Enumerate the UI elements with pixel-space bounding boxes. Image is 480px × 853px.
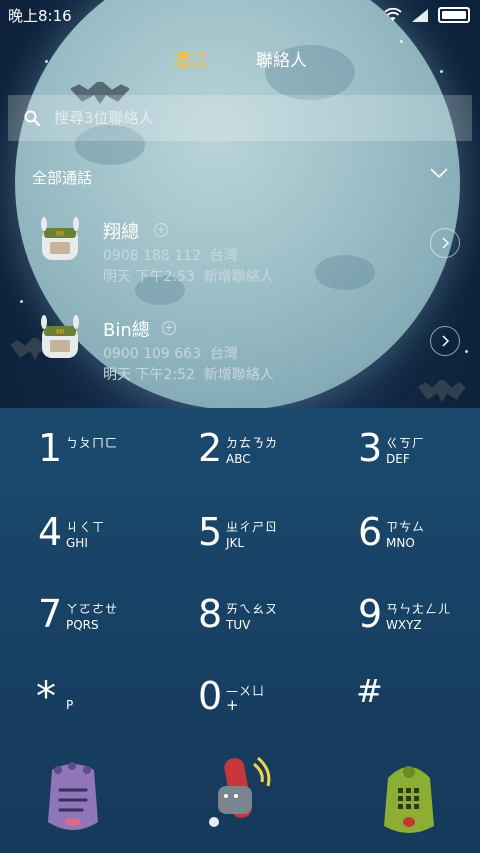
key-bopomofo: ㄅㄆㄇㄈ [66,436,119,450]
call-time: 明天 下午2:53 [103,269,195,285]
chevron-right-icon [442,335,450,347]
key-bopomofo: ㄢㄣㄤㄥㄦ [386,602,452,616]
tab-contacts[interactable]: 聯絡人 [256,46,307,71]
avatar: MI [41,217,79,260]
phone-region: 台灣 [209,248,238,264]
key-letters: GHI [66,536,88,550]
key-letters: + [226,696,239,714]
dialpad-key-1[interactable]: 1 ㄅㄆㄇㄈ [0,408,160,494]
key-letters: PQRS [66,618,99,632]
key-digit: 8 [198,592,223,636]
key-bopomofo: ㄐㄑㄒ [66,520,106,534]
dialpad-key-3[interactable]: 3 ㄍㄎㄏ DEF [320,408,480,494]
add-contact-icon[interactable]: + [162,321,176,335]
phone-region: 台灣 [209,346,238,362]
key-bopomofo: ㄗㄘㄙ [386,520,426,534]
key-letters: TUV [226,618,251,632]
dialpad-monster-icon[interactable] [376,758,442,838]
dialpad-key-6[interactable]: 6 ㄗㄘㄙ MNO [320,494,480,580]
dialpad-key-2[interactable]: 2 ㄉㄊㄋㄌ ABC [160,408,320,494]
key-bopomofo: ㄓㄔㄕㄖ [226,520,279,534]
dialpad-key-9[interactable]: 9 ㄢㄣㄤㄥㄦ WXYZ [320,576,480,662]
key-bopomofo: ㄉㄊㄋㄌ [226,436,279,450]
wifi-icon [384,8,402,21]
phone-number: 0900 109 663 [103,346,201,362]
search-input[interactable] [52,108,436,128]
key-letters: MNO [386,536,415,550]
message-monster-icon[interactable] [42,762,104,836]
search-icon [24,110,40,126]
key-digit: 3 [358,426,383,470]
add-contact-icon[interactable]: + [154,223,168,237]
key-digit: 7 [38,592,63,636]
svg-text:MI: MI [56,328,64,336]
key-digit: 0 [198,674,223,718]
dialpad-key-5[interactable]: 5 ㄓㄔㄕㄖ JKL [160,494,320,580]
key-letters: DEF [386,452,410,466]
key-letters: P [66,698,74,712]
call-note: 新增聯絡人 [203,367,274,383]
chevron-right-icon [442,237,450,249]
key-letters: ABC [226,452,251,466]
dialpad-key-0[interactable]: 0 —ㄨㄩ + [160,662,320,748]
key-letters: JKL [226,536,245,550]
key-digit: 6 [358,510,383,554]
search-bar[interactable] [8,95,472,141]
dialpad-key-4[interactable]: 4 ㄐㄑㄒ GHI [0,494,160,580]
call-number-line: 0900 109 663 台灣 [103,343,238,363]
dialpad-key-8[interactable]: 8 ㄞㄟㄠㄡ TUV [160,576,320,662]
status-bar: 晚上8:16 [0,0,480,28]
dialpad-key-hash[interactable]: # [320,662,480,748]
dialpad-key-7[interactable]: 7 ㄚㄛㄜㄝ PQRS [0,576,160,662]
key-digit: 9 [358,592,383,636]
call-number-line: 0908 188 112 台灣 [103,245,238,265]
tab-calls[interactable]: 通話 [173,46,207,71]
call-filter-label[interactable]: 全部通話 [32,167,92,188]
phone-number: 0908 188 112 [103,248,201,264]
call-details-button[interactable] [430,228,460,258]
call-time: 明天 下午2:52 [103,367,195,383]
dialpad: 1 ㄅㄆㄇㄈ 2 ㄉㄊㄋㄌ ABC 3 ㄍㄎㄏ DEF 4 ㄐㄑㄒ GHI 5 … [0,408,480,853]
call-button-icon[interactable] [206,752,276,836]
key-digit: 1 [38,426,63,470]
contact-name: 翔總 [103,222,139,243]
status-time: 晚上8:16 [8,7,72,25]
call-note: 新增聯絡人 [203,269,274,285]
key-digit: # [356,672,383,710]
call-time-line: 明天 下午2:53 新增聯絡人 [103,266,274,286]
key-digit: 2 [198,426,223,470]
svg-text:MI: MI [56,230,64,238]
key-letters: WXYZ [386,618,422,632]
chevron-down-icon[interactable] [430,166,448,180]
call-details-button[interactable] [430,326,460,356]
battery-icon [438,7,470,23]
key-digit: 4 [38,510,63,554]
call-log-item[interactable]: MI Bin總 + 0900 109 663 台灣 明天 下午2:52 新增聯絡… [0,304,480,400]
dialpad-key-star[interactable]: * P [0,662,160,748]
key-bopomofo: ㄚㄛㄜㄝ [66,602,119,616]
key-digit: 5 [198,510,223,554]
contact-name: Bin總 [103,320,150,341]
avatar: MI [41,315,79,358]
key-bopomofo: ㄞㄟㄠㄡ [226,602,279,616]
key-bopomofo: ㄍㄎㄏ [386,436,426,450]
call-time-line: 明天 下午2:52 新增聯絡人 [103,364,274,384]
call-log-item[interactable]: MI 翔總 + 0908 188 112 台灣 明天 下午2:53 新增聯絡人 [0,206,480,302]
key-digit: * [36,674,56,720]
signal-icon [412,8,428,22]
